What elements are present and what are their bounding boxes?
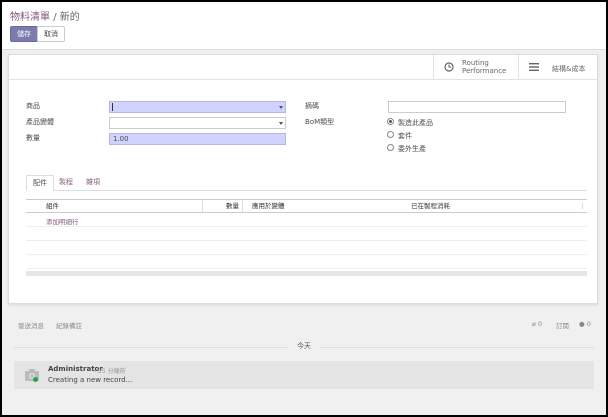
breadcrumb-current: 新的: [59, 12, 80, 23]
bom-type-radio-manufacture[interactable]: [387, 118, 394, 125]
table-row: [26, 241, 587, 255]
bom-type-radio-subcontract[interactable]: [387, 144, 394, 151]
save-button[interactable]: 儲存: [10, 26, 38, 42]
structure-cost-button[interactable]: 結構&成本: [518, 55, 599, 80]
table-row: 添加明細行: [26, 213, 587, 227]
button-box: Routing Performance 結構&成本: [9, 55, 597, 80]
followers-button[interactable]: ● 0: [579, 320, 591, 328]
add-line-link[interactable]: 添加明細行: [46, 216, 79, 226]
paperclip-icon: ⌀: [532, 320, 536, 328]
column-header-consumed-in[interactable]: 已在製程消耗: [411, 200, 450, 212]
send-message-button[interactable]: 發送消息: [18, 320, 44, 330]
table-row: [26, 255, 587, 269]
bom-type-option-subcontract[interactable]: 委外生產: [398, 144, 426, 154]
notebook-tabs: 配件 製程 雜項: [26, 175, 587, 191]
structure-cost-label: 結構&成本: [552, 65, 586, 73]
form-sheet: Routing Performance 結構&成本 商品 產品變體 數量 1.0…: [8, 54, 598, 304]
control-panel: 物料清單 / 新的 儲存 取消: [2, 2, 606, 50]
quantity-label: 數量: [26, 134, 40, 142]
follow-button[interactable]: 訂閱: [556, 320, 569, 330]
tab-operations[interactable]: 製程: [53, 175, 79, 191]
discard-button[interactable]: 取消: [37, 26, 65, 42]
attachment-count: 0: [538, 320, 543, 328]
product-label: 商品: [26, 102, 40, 110]
message-time: - 25 分鐘前: [94, 368, 126, 375]
column-header-variants[interactable]: 應用於變體: [252, 200, 285, 212]
chevron-down-icon: [279, 122, 283, 125]
quantity-field[interactable]: 1.00: [109, 133, 286, 145]
bom-type-option-manufacture[interactable]: 製造此產品: [398, 118, 433, 128]
day-separator-label: 今天: [288, 341, 320, 351]
chatter-message: Administrator - 25 分鐘前 Creating a new re…: [14, 361, 594, 389]
attachments-button[interactable]: ⌀ 0: [532, 320, 542, 328]
breadcrumb: 物料清單 / 新的: [10, 8, 80, 23]
message-body: Creating a new record...: [48, 376, 133, 384]
follower-count: 0: [586, 320, 591, 328]
user-icon: ●: [579, 320, 585, 328]
log-note-button[interactable]: 紀錄備註: [56, 320, 82, 330]
tab-components[interactable]: 配件: [26, 175, 54, 191]
chevron-down-icon: [279, 106, 283, 109]
breadcrumb-separator: /: [53, 12, 57, 23]
column-divider: [26, 200, 203, 212]
bars-icon: [529, 63, 539, 71]
app-window: 物料清單 / 新的 儲存 取消 Routing Performance 結構&成…: [2, 2, 606, 415]
reference-label: 摘碼: [305, 102, 319, 110]
online-status-icon: [33, 377, 38, 382]
routing-performance-label: Routing Performance: [462, 59, 507, 75]
table-footer: [26, 271, 587, 276]
variant-label: 產品變體: [26, 118, 54, 126]
table-row: [26, 227, 587, 241]
bom-type-radio-kit[interactable]: [387, 131, 394, 138]
chatter-topbar: 發送消息 紀錄備註 ⌀ 0 訂閱 ● 0: [2, 320, 606, 334]
tab-misc[interactable]: 雜項: [80, 175, 106, 191]
bom-type-label: BoM類型: [305, 118, 335, 126]
text-cursor: [112, 103, 113, 111]
variant-select[interactable]: [109, 117, 286, 129]
bom-type-option-kit[interactable]: 套件: [398, 131, 412, 141]
routing-performance-button[interactable]: Routing Performance: [433, 55, 518, 80]
column-options-icon[interactable]: ⋮: [579, 200, 586, 212]
breadcrumb-parent[interactable]: 物料清單: [10, 12, 50, 23]
product-select[interactable]: [109, 101, 286, 113]
reference-field[interactable]: [388, 101, 566, 113]
column-divider: [203, 200, 243, 212]
clock-icon: [444, 62, 454, 72]
table-header: 組件 數量 應用於變體 已在製程消耗 ⋮: [26, 199, 587, 213]
